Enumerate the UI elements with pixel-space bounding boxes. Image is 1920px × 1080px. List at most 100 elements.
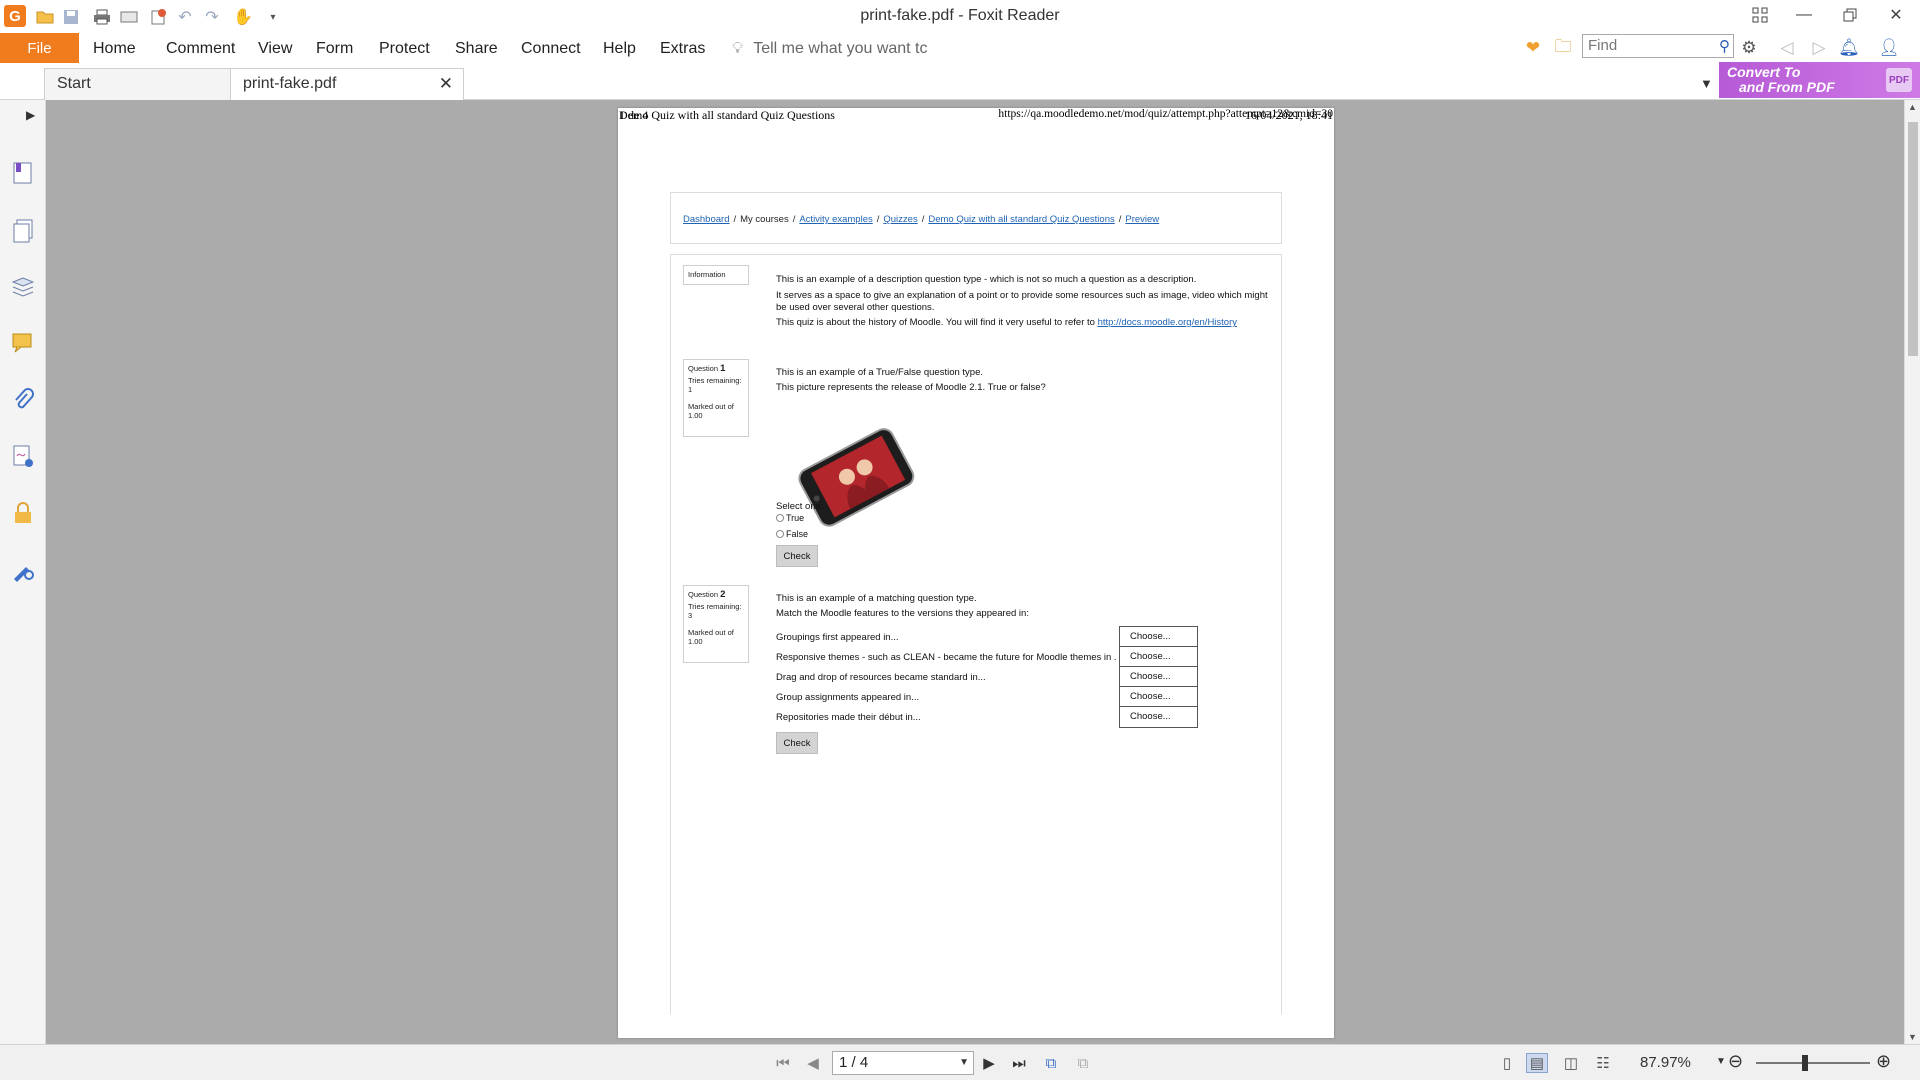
new-icon[interactable] <box>147 6 169 28</box>
zoom-slider[interactable] <box>1756 1062 1870 1064</box>
menu-protect[interactable]: Protect <box>379 38 430 60</box>
menu-share[interactable]: Share <box>455 38 498 60</box>
moodle-history-link[interactable]: http://docs.moodle.org/en/History <box>1098 317 1237 328</box>
continuous-page-icon[interactable]: ▤ <box>1526 1053 1548 1073</box>
zoom-out-icon[interactable]: ⊖ <box>1728 1051 1743 1072</box>
last-page-icon[interactable]: ⏭ <box>1008 1053 1030 1073</box>
close-tab-icon[interactable]: ✕ <box>439 69 453 99</box>
information-p3-text: This quiz is about the history of Moodle… <box>776 317 1095 328</box>
breadcrumb-activity-examples[interactable]: Activity examples <box>799 214 872 225</box>
search-icon[interactable]: ⚲ <box>1719 36 1730 58</box>
match-row-4-select[interactable]: Choose... <box>1119 686 1198 708</box>
match-row-5-select[interactable]: Choose... <box>1119 706 1198 728</box>
page-footer-count: 1 de 4 <box>619 108 649 122</box>
account-icon[interactable]: 👤︎ <box>1876 36 1902 60</box>
menu-view[interactable]: View <box>258 38 292 60</box>
question-2-tries-label: Tries remaining: <box>688 602 742 611</box>
match-row-1-select[interactable]: Choose... <box>1119 626 1198 648</box>
match-row-3-select[interactable]: Choose... <box>1119 666 1198 688</box>
sign-tool-icon[interactable] <box>10 557 36 583</box>
menu-home[interactable]: Home <box>93 38 136 60</box>
hand-tool-icon[interactable]: ✋ <box>232 6 254 28</box>
menu-connect[interactable]: Connect <box>521 38 581 60</box>
question-1-prompt: This picture represents the release of M… <box>776 382 1046 393</box>
search-folder-icon[interactable]: 🗀︎ <box>1550 36 1576 60</box>
information-p2: It serves as a space to give an explanat… <box>776 290 1268 313</box>
scroll-up-icon[interactable]: ▲ <box>1908 102 1917 112</box>
settings-icon[interactable]: ⚙ <box>1736 36 1762 60</box>
match-row-2-select[interactable]: Choose... <box>1119 646 1198 668</box>
minimize-icon[interactable]: — <box>1784 2 1824 28</box>
first-page-icon[interactable]: ⏮ <box>772 1053 794 1073</box>
signature-panel-icon[interactable] <box>10 443 36 469</box>
zoom-dropdown-icon[interactable]: ▼ <box>1716 1056 1726 1067</box>
attachments-icon[interactable] <box>10 387 36 413</box>
zoom-level[interactable]: 87.97% <box>1640 1054 1691 1071</box>
page-number-input[interactable]: 1 / 4 ▼ <box>832 1051 974 1075</box>
security-lock-icon[interactable] <box>10 500 36 526</box>
radio-true[interactable] <box>776 514 784 522</box>
breadcrumb-preview[interactable]: Preview <box>1125 214 1159 225</box>
pages-icon[interactable] <box>10 218 36 244</box>
tell-me-search[interactable]: 💡︎ Tell me what you want tc <box>732 38 928 60</box>
save-icon[interactable] <box>60 6 82 28</box>
foxit-logo-icon[interactable]: G <box>4 5 26 27</box>
menu-form[interactable]: Form <box>316 38 353 60</box>
find-placeholder: Find <box>1588 37 1618 54</box>
print-icon[interactable] <box>91 6 113 28</box>
question-2-check-button[interactable]: Check <box>776 732 818 754</box>
undo-icon[interactable]: ↶ <box>174 6 196 28</box>
previous-view-icon[interactable]: ⧉ <box>1040 1053 1062 1073</box>
file-menu[interactable]: File <box>0 33 79 63</box>
expand-panel-icon[interactable]: ▶ <box>26 108 35 122</box>
breadcrumb-dashboard[interactable]: Dashboard <box>683 214 729 225</box>
zoom-in-icon[interactable]: ⊕ <box>1876 1051 1891 1072</box>
question-1-check-button[interactable]: Check <box>776 545 818 567</box>
open-folder-icon[interactable] <box>34 6 56 28</box>
layers-icon[interactable] <box>10 274 36 300</box>
comments-icon[interactable] <box>10 330 36 356</box>
title-bar: G ↶ ↷ ✋ ▾ print-fake.pdf - Foxit Reader … <box>0 0 1920 32</box>
notification-bell-icon[interactable]: 🔔︎ <box>1836 36 1862 60</box>
tab-start-label: Start <box>57 75 91 92</box>
favorite-icon[interactable]: ❤ <box>1520 36 1546 60</box>
option-false[interactable]: False <box>776 529 808 539</box>
document-view[interactable]: Demo Quiz with all standard Quiz Questio… <box>46 100 1904 1044</box>
facing-pages-icon[interactable]: ◫ <box>1560 1053 1582 1073</box>
tab-list-dropdown-icon[interactable]: ▼ <box>1700 76 1713 91</box>
menu-extras[interactable]: Extras <box>660 38 705 60</box>
zoom-slider-thumb[interactable] <box>1802 1055 1808 1071</box>
redo-icon[interactable]: ↷ <box>201 6 223 28</box>
find-input[interactable]: Find ⚲ <box>1582 34 1734 58</box>
radio-false[interactable] <box>776 530 784 538</box>
page-dropdown-icon[interactable]: ▼ <box>959 1052 969 1074</box>
continuous-facing-icon[interactable]: ☷ <box>1592 1053 1614 1073</box>
convert-pdf-banner[interactable]: Convert To and From PDF PDF <box>1719 62 1920 98</box>
scrollbar-thumb[interactable] <box>1908 122 1918 356</box>
bookmark-icon[interactable] <box>10 160 36 186</box>
restore-icon[interactable] <box>1830 2 1870 28</box>
option-false-label: False <box>786 529 809 539</box>
customize-icon[interactable]: ▾ <box>262 6 284 28</box>
next-page-icon[interactable]: ▶ <box>978 1053 1000 1073</box>
menu-comment[interactable]: Comment <box>166 38 235 60</box>
previous-page-icon[interactable]: ◀ <box>802 1053 824 1073</box>
question-1-text: This is an example of a True/False quest… <box>776 367 983 378</box>
breadcrumb-quizzes[interactable]: Quizzes <box>883 214 917 225</box>
option-true[interactable]: True <box>776 513 804 523</box>
close-window-icon[interactable]: ✕ <box>1876 2 1916 28</box>
breadcrumb-demo-quiz[interactable]: Demo Quiz with all standard Quiz Questio… <box>928 214 1114 225</box>
tab-start[interactable]: Start <box>44 68 232 100</box>
next-view-icon[interactable]: ⧉ <box>1072 1053 1094 1073</box>
ribbon-display-icon[interactable] <box>1740 2 1780 28</box>
single-page-icon[interactable]: ▯ <box>1496 1053 1518 1073</box>
question-2-marked-label: Marked out of <box>688 628 734 637</box>
scan-icon[interactable] <box>118 6 140 28</box>
menu-help[interactable]: Help <box>603 38 636 60</box>
previous-result-icon[interactable]: ◁ <box>1774 36 1800 60</box>
tab-document[interactable]: print-fake.pdf ✕ <box>230 68 464 100</box>
next-result-icon[interactable]: ▷ <box>1806 36 1832 60</box>
scroll-down-icon[interactable]: ▼ <box>1908 1032 1917 1042</box>
vertical-scrollbar[interactable]: ▲ ▼ <box>1904 100 1920 1044</box>
question-1-marked-label: Marked out of <box>688 402 734 411</box>
